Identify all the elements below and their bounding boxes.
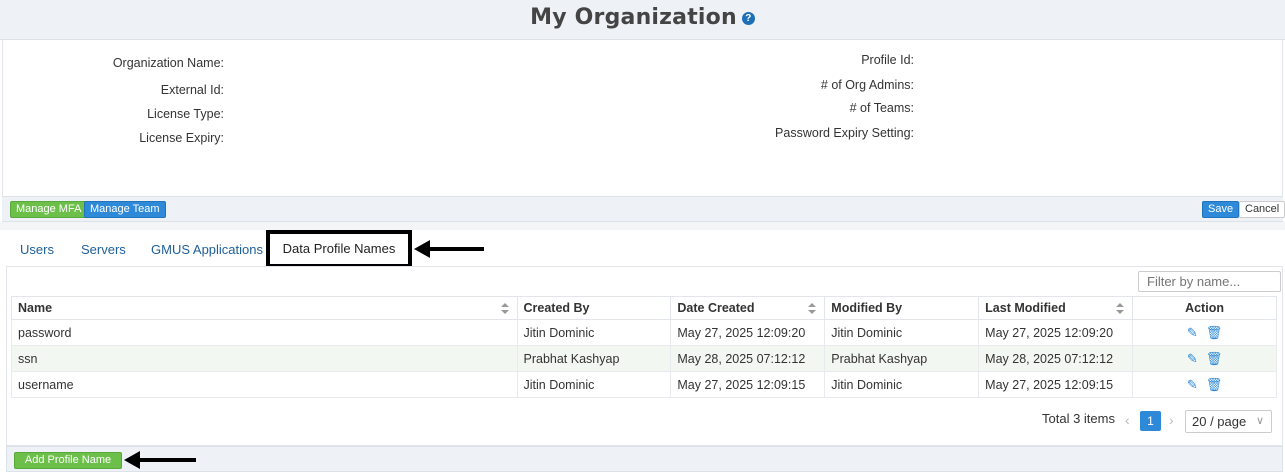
- teams-label: # of Teams:: [849, 101, 914, 115]
- trash-icon[interactable]: 🗑: [1206, 377, 1223, 393]
- total-items-label: Total 3 items: [1042, 411, 1115, 426]
- chevron-down-icon: ∨: [1255, 415, 1264, 427]
- column-header-name[interactable]: Name: [11, 296, 518, 320]
- column-header-date-created[interactable]: Date Created: [670, 296, 826, 320]
- column-header-label: Name: [18, 301, 53, 315]
- trash-icon[interactable]: 🗑: [1206, 325, 1223, 341]
- column-header-last-modified[interactable]: Last Modified: [978, 296, 1134, 320]
- filter-by-name-input[interactable]: [1138, 271, 1281, 292]
- cell-created-by: Jitin Dominic: [516, 371, 672, 398]
- tab-data-profile-names[interactable]: Data Profile Names: [266, 230, 412, 268]
- section-divider: [0, 222, 1285, 230]
- table-row[interactable]: username Jitin Dominic May 27, 2025 12:0…: [11, 371, 1277, 398]
- cell-created-by: Jitin Dominic: [516, 319, 672, 346]
- license-type-label: License Type:: [147, 107, 224, 121]
- pencil-icon[interactable]: ✎: [1187, 377, 1198, 393]
- profile-names-table: Name Created By Date Created Modified By…: [11, 296, 1277, 398]
- cell-action: ✎ 🗑: [1132, 371, 1277, 398]
- prev-page-icon[interactable]: ‹: [1125, 412, 1130, 428]
- table-row[interactable]: ssn Prabhat Kashyap May 28, 2025 07:12:1…: [11, 345, 1277, 372]
- cell-date-created: May 28, 2025 07:12:12: [670, 345, 826, 372]
- cell-last-modified: May 27, 2025 12:09:15: [978, 371, 1134, 398]
- next-page-icon[interactable]: ›: [1169, 412, 1174, 428]
- cell-created-by: Prabhat Kashyap: [516, 345, 672, 372]
- cell-last-modified: May 28, 2025 07:12:12: [978, 345, 1134, 372]
- help-icon[interactable]: ?: [741, 12, 755, 26]
- cell-name: password: [11, 319, 518, 346]
- cell-action: ✎ 🗑: [1132, 319, 1277, 346]
- sort-icon[interactable]: [808, 303, 817, 315]
- cell-name: ssn: [11, 345, 518, 372]
- sort-icon[interactable]: [500, 303, 509, 315]
- trash-icon[interactable]: 🗑: [1206, 351, 1223, 367]
- column-header-modified-by: Modified By: [824, 296, 980, 320]
- cell-date-created: May 27, 2025 12:09:15: [670, 371, 826, 398]
- cell-modified-by: Jitin Dominic: [824, 371, 980, 398]
- tab-gmus-applications[interactable]: GMUS Applications: [151, 242, 263, 257]
- org-info-panel: Organization Name: External Id: License …: [2, 40, 1283, 196]
- pencil-icon[interactable]: ✎: [1187, 351, 1198, 367]
- password-expiry-label: Password Expiry Setting:: [775, 126, 914, 140]
- add-profile-name-button[interactable]: Add Profile Name: [14, 452, 122, 469]
- pencil-icon[interactable]: ✎: [1187, 325, 1198, 341]
- cell-modified-by: Prabhat Kashyap: [824, 345, 980, 372]
- cell-date-created: May 27, 2025 12:09:20: [670, 319, 826, 346]
- page-header: My Organization?: [0, 0, 1285, 40]
- cell-modified-by: Jitin Dominic: [824, 319, 980, 346]
- page-size-select[interactable]: 20 / page ∨: [1185, 410, 1272, 433]
- cancel-button[interactable]: Cancel: [1239, 201, 1285, 218]
- column-header-label: Date Created: [677, 301, 755, 315]
- cell-name: username: [11, 371, 518, 398]
- page-title: My Organization: [530, 5, 737, 30]
- manage-team-button[interactable]: Manage Team: [84, 201, 166, 218]
- profile-id-label: Profile Id:: [861, 53, 914, 67]
- table-row[interactable]: password Jitin Dominic May 27, 2025 12:0…: [11, 319, 1277, 346]
- tab-bar: Users Servers GMUS Applications Data Pro…: [2, 230, 1283, 268]
- license-expiry-label: License Expiry:: [139, 131, 224, 145]
- page-1-button[interactable]: 1: [1140, 411, 1161, 431]
- table-header-row: Name Created By Date Created Modified By…: [11, 296, 1277, 320]
- org-admins-label: # of Org Admins:: [820, 78, 914, 92]
- arrow-left-icon: [124, 451, 196, 469]
- page-size-value: 20 / page: [1192, 414, 1247, 429]
- tab-users[interactable]: Users: [20, 242, 54, 257]
- external-id-label: External Id:: [160, 83, 224, 97]
- org-name-label: Organization Name:: [112, 56, 224, 70]
- arrow-left-icon: [414, 240, 484, 258]
- manage-mfa-button[interactable]: Manage MFA: [10, 201, 88, 218]
- save-button[interactable]: Save: [1202, 201, 1240, 218]
- sort-icon[interactable]: [1116, 303, 1125, 315]
- org-action-bar: Manage MFA Manage Team Save Cancel: [2, 196, 1285, 222]
- cell-last-modified: May 27, 2025 12:09:20: [978, 319, 1134, 346]
- tab-servers[interactable]: Servers: [81, 242, 126, 257]
- column-header-action: Action: [1132, 296, 1277, 320]
- bottom-action-bar: Add Profile Name: [6, 446, 1283, 472]
- cell-action: ✎ 🗑: [1132, 345, 1277, 372]
- column-header-created-by: Created By: [516, 296, 672, 320]
- column-header-label: Last Modified: [985, 301, 1066, 315]
